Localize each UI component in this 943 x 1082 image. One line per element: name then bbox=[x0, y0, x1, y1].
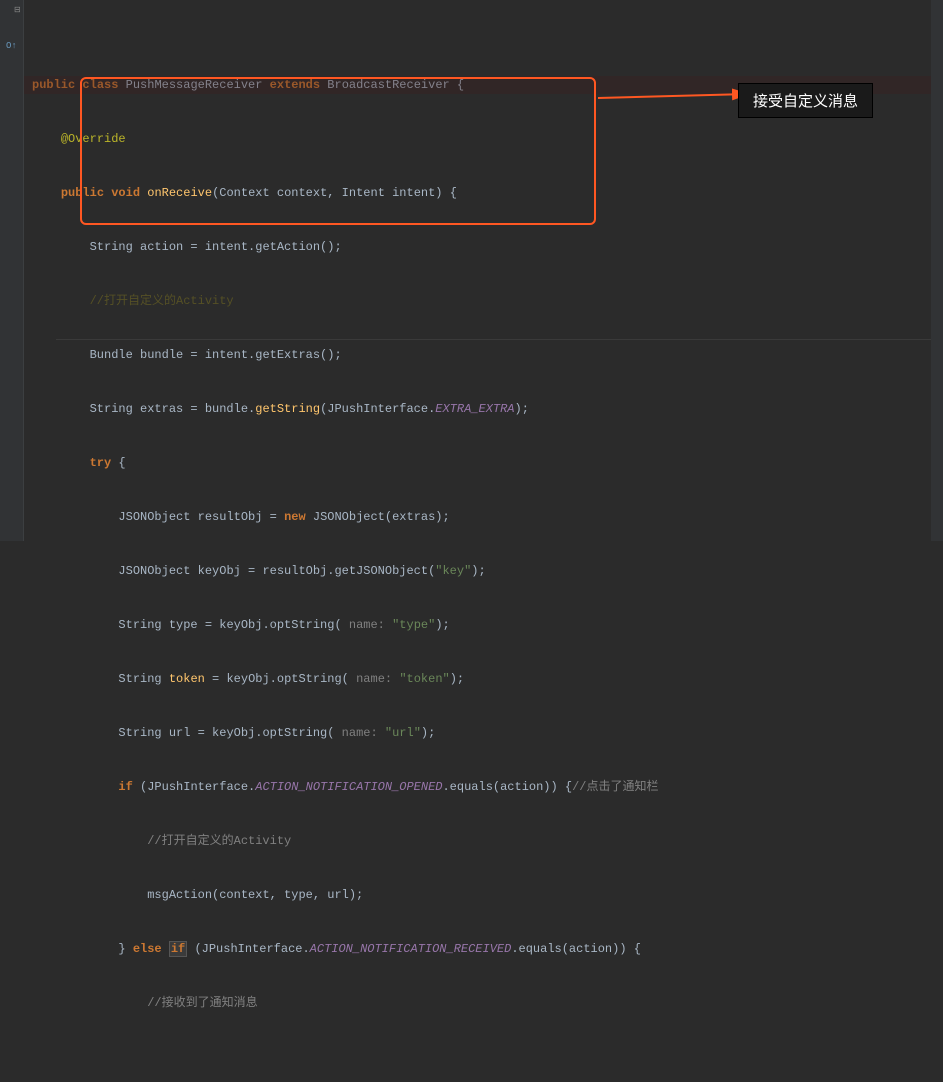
code-line[interactable]: try { bbox=[24, 454, 943, 472]
code-line[interactable]: } else if (JPushInterface.ACTION_NOTIFIC… bbox=[24, 940, 943, 958]
code-line[interactable]: //打开自定义的Activity bbox=[24, 832, 943, 850]
code-line[interactable]: String action = intent.getAction(); bbox=[24, 238, 943, 256]
callout-text: 接受自定义消息 bbox=[753, 93, 858, 110]
override-icon[interactable]: O↑ bbox=[6, 41, 17, 51]
code-line[interactable]: if (JPushInterface.ACTION_NOTIFICATION_O… bbox=[24, 778, 943, 796]
code-line[interactable]: //接收到了通知消息 bbox=[24, 994, 943, 1012]
fold-icon[interactable]: ⊟ bbox=[14, 5, 21, 15]
code-line[interactable] bbox=[24, 1048, 943, 1066]
annotation-box bbox=[80, 77, 596, 225]
code-line[interactable]: msgAction(context, type, url); bbox=[24, 886, 943, 904]
code-editor[interactable]: ⊟ O↑ public class PushMessageReceiver ex… bbox=[0, 0, 943, 541]
code-line[interactable]: String token = keyObj.optString( name: "… bbox=[24, 670, 943, 688]
code-line[interactable]: Bundle bundle = intent.getExtras(); bbox=[24, 346, 943, 364]
code-line[interactable]: String type = keyObj.optString( name: "t… bbox=[24, 616, 943, 634]
code-area[interactable]: public class PushMessageReceiver extends… bbox=[24, 0, 943, 541]
code-line[interactable]: @Override bbox=[24, 130, 943, 148]
annotation-callout: 接受自定义消息 bbox=[738, 83, 873, 118]
scroll-track[interactable] bbox=[931, 0, 943, 541]
code-line[interactable]: JSONObject keyObj = resultObj.getJSONObj… bbox=[24, 562, 943, 580]
code-line[interactable]: JSONObject resultObj = new JSONObject(ex… bbox=[24, 508, 943, 526]
code-line[interactable]: String extras = bundle.getString(JPushIn… bbox=[24, 400, 943, 418]
code-line[interactable]: String url = keyObj.optString( name: "ur… bbox=[24, 724, 943, 742]
code-line[interactable]: public void onReceive(Context context, I… bbox=[24, 184, 943, 202]
code-line[interactable]: //打开自定义的Activity bbox=[24, 292, 943, 310]
separator-line bbox=[56, 339, 931, 340]
gutter: ⊟ O↑ bbox=[0, 0, 24, 541]
